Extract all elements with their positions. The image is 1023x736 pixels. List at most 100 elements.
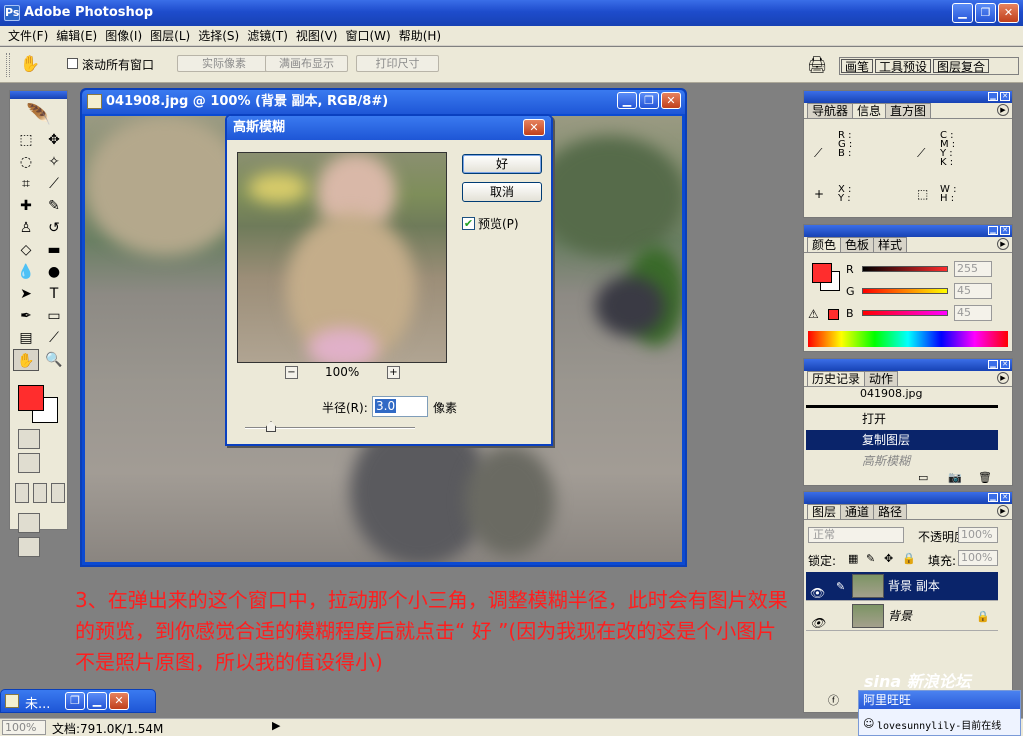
dialog-titlebar[interactable]: 高斯模糊 ✕: [227, 116, 551, 140]
palette-menu-icon[interactable]: ▶: [997, 104, 1009, 116]
menu-image[interactable]: 图像(I): [101, 27, 146, 44]
status-menu-arrow-icon[interactable]: ▶: [272, 719, 280, 732]
document-close-button[interactable]: ✕: [661, 92, 681, 109]
palette-menu-icon[interactable]: ▶: [997, 505, 1009, 517]
restore-button[interactable]: ❐: [975, 3, 996, 23]
feather-logo-icon[interactable]: 🪶: [10, 99, 67, 129]
palette-close-button[interactable]: ✕: [1000, 493, 1010, 502]
blur-preview[interactable]: [237, 152, 447, 363]
layer-row[interactable]: 👁 背景 🔒: [806, 602, 998, 631]
quick-mask-button[interactable]: [18, 453, 40, 473]
move-tool-icon[interactable]: ✥: [41, 129, 67, 151]
trash-icon[interactable]: 🗑: [978, 471, 992, 484]
tab-channels[interactable]: 通道: [840, 504, 875, 519]
tab-info[interactable]: 信息: [852, 103, 887, 118]
palette-menu-icon[interactable]: ▶: [997, 372, 1009, 384]
color-fg-swatch[interactable]: [812, 263, 832, 283]
layer-row[interactable]: 👁 ✎ 背景 副本: [806, 572, 998, 601]
tab-histogram[interactable]: 直方图: [885, 103, 932, 118]
palette-minimize-button[interactable]: ▁: [988, 92, 998, 101]
screen-mode-standard-button[interactable]: [15, 483, 29, 503]
preview-checkbox[interactable]: ✔: [462, 217, 475, 230]
close-button[interactable]: ✕: [998, 3, 1019, 23]
minimize-button[interactable]: ▁: [952, 3, 973, 23]
history-item[interactable]: 高斯模糊: [806, 451, 998, 471]
menu-view[interactable]: 视图(V): [292, 27, 342, 44]
tab-history[interactable]: 历史记录: [807, 371, 866, 386]
radius-slider-thumb[interactable]: [266, 421, 276, 432]
palette-well-layer-comps[interactable]: 图层复合: [933, 59, 990, 74]
actual-pixels-button[interactable]: 实际像素: [177, 55, 271, 72]
history-palette-header[interactable]: ▁ ✕: [804, 359, 1012, 371]
tab-styles[interactable]: 样式: [873, 237, 908, 252]
history-item[interactable]: 复制图层: [806, 430, 998, 450]
palette-close-button[interactable]: ✕: [1000, 360, 1010, 369]
tab-actions[interactable]: 动作: [864, 371, 899, 386]
eyedropper-tool-icon[interactable]: ⟋: [41, 327, 67, 349]
tab-paths[interactable]: 路径: [873, 504, 908, 519]
palette-menu-icon[interactable]: ▶: [997, 238, 1009, 250]
standard-mode-button[interactable]: [18, 429, 40, 449]
type-tool-icon[interactable]: T: [41, 283, 67, 305]
menu-window[interactable]: 窗口(W): [341, 27, 394, 44]
r-slider[interactable]: [862, 266, 948, 272]
brush-tool-icon[interactable]: ✎: [41, 195, 67, 217]
opacity-input[interactable]: 100%: [958, 527, 998, 543]
document-restore-button[interactable]: ❐: [639, 92, 659, 109]
tab-swatches[interactable]: 色板: [840, 237, 875, 252]
print-size-button[interactable]: 打印尺寸: [356, 55, 439, 72]
minimized-maximize-button[interactable]: ▁: [87, 692, 107, 710]
magic-wand-tool-icon[interactable]: ✧: [41, 151, 67, 173]
shape-tool-icon[interactable]: ▭: [41, 305, 67, 327]
screen-mode-full-menu-button[interactable]: [33, 483, 47, 503]
layer-style-icon[interactable]: ⓕ: [828, 692, 839, 708]
gamut-color-swatch[interactable]: [828, 309, 839, 320]
clone-stamp-tool-icon[interactable]: ♙: [13, 217, 39, 239]
color-spectrum-bar[interactable]: [808, 331, 1008, 347]
eraser-tool-icon[interactable]: ◇: [13, 239, 39, 261]
radius-input[interactable]: 3.0: [372, 396, 428, 417]
zoom-out-button[interactable]: −: [285, 366, 298, 379]
palette-minimize-button[interactable]: ▁: [988, 360, 998, 369]
dialog-close-button[interactable]: ✕: [523, 119, 545, 136]
palette-well-tool-presets[interactable]: 工具预设: [875, 59, 932, 74]
color-palette-header[interactable]: ▁ ✕: [804, 225, 1012, 237]
hand-tool-icon[interactable]: ✋: [13, 349, 39, 371]
menu-layer[interactable]: 图层(L): [146, 27, 194, 44]
path-selection-tool-icon[interactable]: ➤: [13, 283, 39, 305]
cancel-button[interactable]: 取消: [462, 182, 542, 202]
crop-tool-icon[interactable]: ⌗: [13, 173, 39, 195]
palette-close-button[interactable]: ✕: [1000, 92, 1010, 101]
dodge-tool-icon[interactable]: ●: [41, 261, 67, 283]
printer-icon[interactable]: 🖨: [807, 55, 827, 74]
new-document-icon[interactable]: ▭: [918, 471, 928, 484]
lock-position-icon[interactable]: ✥: [884, 552, 893, 565]
hand-tool-icon[interactable]: ✋: [20, 54, 40, 73]
healing-brush-tool-icon[interactable]: ✚: [13, 195, 39, 217]
layers-palette-header[interactable]: ▁ ✕: [804, 492, 1012, 504]
notes-tool-icon[interactable]: ▤: [13, 327, 39, 349]
menu-filter[interactable]: 滤镜(T): [243, 27, 292, 44]
marquee-tool-icon[interactable]: ⬚: [13, 129, 39, 151]
palette-close-button[interactable]: ✕: [1000, 226, 1010, 235]
zoom-in-button[interactable]: +: [387, 366, 400, 379]
new-snapshot-icon[interactable]: 📷: [948, 471, 962, 484]
toolbox-header[interactable]: [10, 91, 67, 99]
ok-button[interactable]: 好: [462, 154, 542, 174]
palette-minimize-button[interactable]: ▁: [988, 493, 998, 502]
document-titlebar[interactable]: 041908.jpg @ 100% (背景 副本, RGB/8#) ▁ ❐ ✕: [82, 90, 685, 114]
document-minimize-button[interactable]: ▁: [617, 92, 637, 109]
blur-tool-icon[interactable]: 💧: [13, 261, 39, 283]
eye-icon[interactable]: 👁: [810, 609, 825, 638]
lock-all-icon[interactable]: 🔒: [902, 552, 916, 565]
fill-input[interactable]: 100%: [958, 550, 998, 566]
im-tray-popup[interactable]: 阿里旺旺 ☺ lovesunnylily-目前在线: [858, 690, 1021, 736]
lasso-tool-icon[interactable]: ◌: [13, 151, 39, 173]
scroll-all-checkbox[interactable]: [67, 58, 78, 69]
minimized-close-button[interactable]: ✕: [109, 692, 129, 710]
foreground-color-swatch[interactable]: [18, 385, 44, 411]
tab-navigator[interactable]: 导航器: [807, 103, 854, 118]
edit-in-imageready-button[interactable]: [18, 537, 40, 557]
g-slider[interactable]: [862, 288, 948, 294]
fit-screen-button[interactable]: 满画布显示: [265, 55, 348, 72]
